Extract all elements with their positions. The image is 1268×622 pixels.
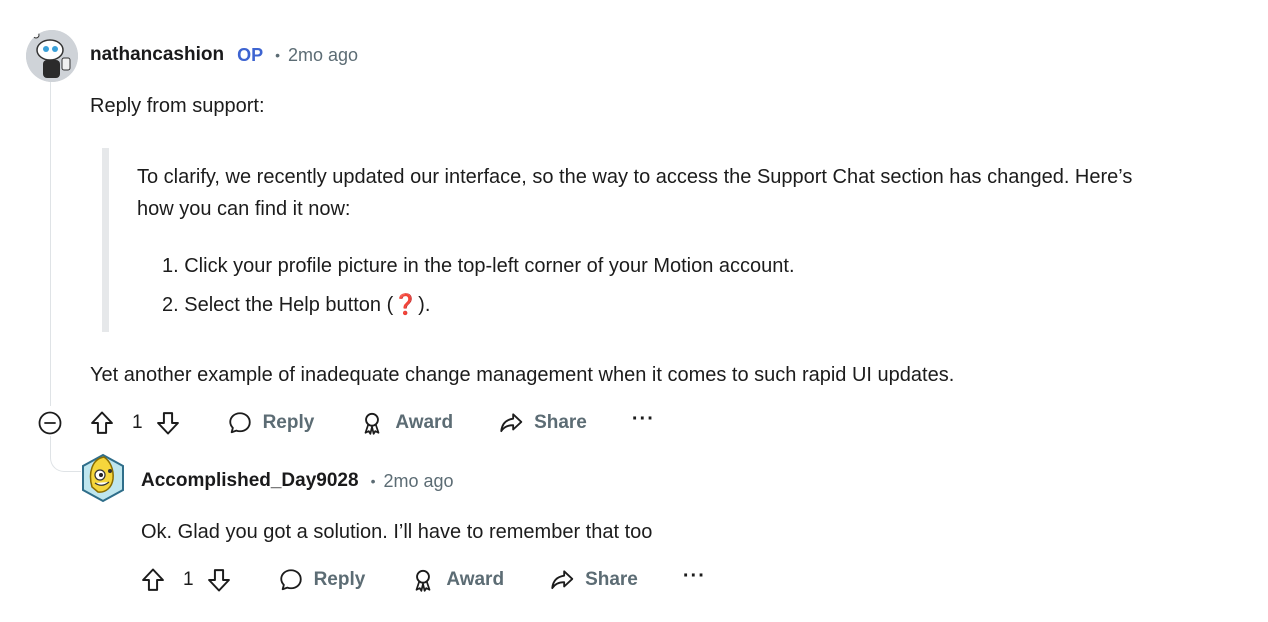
separator-dot: • (370, 473, 376, 489)
reply-label: Reply (313, 569, 366, 590)
collapse-thread-button[interactable] (38, 411, 62, 435)
snoo-avatar-icon (26, 30, 78, 82)
upvote-button[interactable] (139, 566, 167, 594)
author-name[interactable]: nathancashion (90, 44, 224, 66)
more-options-button[interactable]: ··· (683, 565, 706, 588)
speech-bubble-icon (228, 412, 251, 434)
share-label: Share (585, 569, 638, 590)
award-label: Award (395, 412, 454, 433)
upvote-button[interactable] (88, 409, 116, 437)
thread-line[interactable] (50, 82, 51, 406)
downvote-button[interactable] (205, 566, 233, 594)
comment-paragraph: Reply from support: (90, 95, 265, 117)
comment-actions: 1 Reply Award Share ··· (88, 406, 655, 440)
vote-group: 1 (88, 409, 182, 437)
downvote-arrow-icon (207, 569, 230, 592)
speech-bubble-icon (279, 569, 302, 591)
award-button[interactable]: Award (410, 567, 504, 593)
comment-header: nathancashion OP • 2mo ago (90, 44, 358, 66)
share-arrow-icon (500, 413, 523, 433)
award-button[interactable]: Award (359, 410, 453, 436)
list-item-text: 1. Click your profile picture in the top… (162, 255, 795, 277)
reply-button[interactable]: Reply (278, 567, 366, 593)
reply-label: Reply (262, 412, 315, 433)
reply-button[interactable]: Reply (227, 410, 315, 436)
timestamp[interactable]: 2mo ago (288, 45, 358, 66)
snoo-avatar-icon (82, 453, 124, 503)
share-button[interactable]: Share (549, 567, 638, 593)
downvote-button[interactable] (154, 409, 182, 437)
award-label: Award (446, 569, 505, 590)
author-name[interactable]: Accomplished_Day9028 (141, 470, 359, 492)
comment-paragraph: Ok. Glad you got a solution. I’ll have t… (141, 521, 653, 543)
comment-header: Accomplished_Day9028 • 2mo ago (141, 470, 454, 492)
vote-group: 1 (139, 566, 233, 594)
comment-thread: nathancashion OP • 2mo ago Reply from su… (0, 0, 1268, 622)
avatar[interactable] (80, 451, 126, 505)
thread-connector (50, 436, 81, 472)
share-button[interactable]: Share (498, 410, 587, 436)
comment-paragraph: Yet another example of inadequate change… (90, 364, 955, 386)
upvote-arrow-icon (91, 411, 113, 434)
downvote-arrow-icon (156, 412, 179, 435)
timestamp[interactable]: 2mo ago (383, 471, 453, 492)
list-item: 2. Select the Help button (❓). (162, 290, 430, 320)
more-options-button[interactable]: ··· (632, 408, 655, 431)
question-mark-icon: ❓ (393, 294, 419, 316)
vote-count: 1 (132, 412, 143, 433)
vote-count: 1 (183, 569, 194, 590)
blockquote-text: To clarify, we recently updated our inte… (137, 166, 1133, 220)
collapse-minus-icon (38, 411, 62, 435)
list-item-text: 2. Select the Help button ( (162, 294, 394, 316)
list-item-tail: ). (418, 294, 431, 316)
upvote-arrow-icon (142, 568, 164, 591)
avatar[interactable] (26, 30, 78, 82)
share-label: Share (534, 412, 587, 433)
separator-dot: • (275, 47, 280, 63)
blockquote-bar (102, 148, 109, 332)
award-ribbon-icon (364, 412, 380, 435)
share-arrow-icon (551, 570, 574, 590)
award-ribbon-icon (415, 569, 431, 592)
op-badge: OP (237, 44, 264, 65)
list-item: 1. Click your profile picture in the top… (162, 251, 795, 281)
comment-actions: 1 Reply Award Share ··· (139, 563, 706, 597)
